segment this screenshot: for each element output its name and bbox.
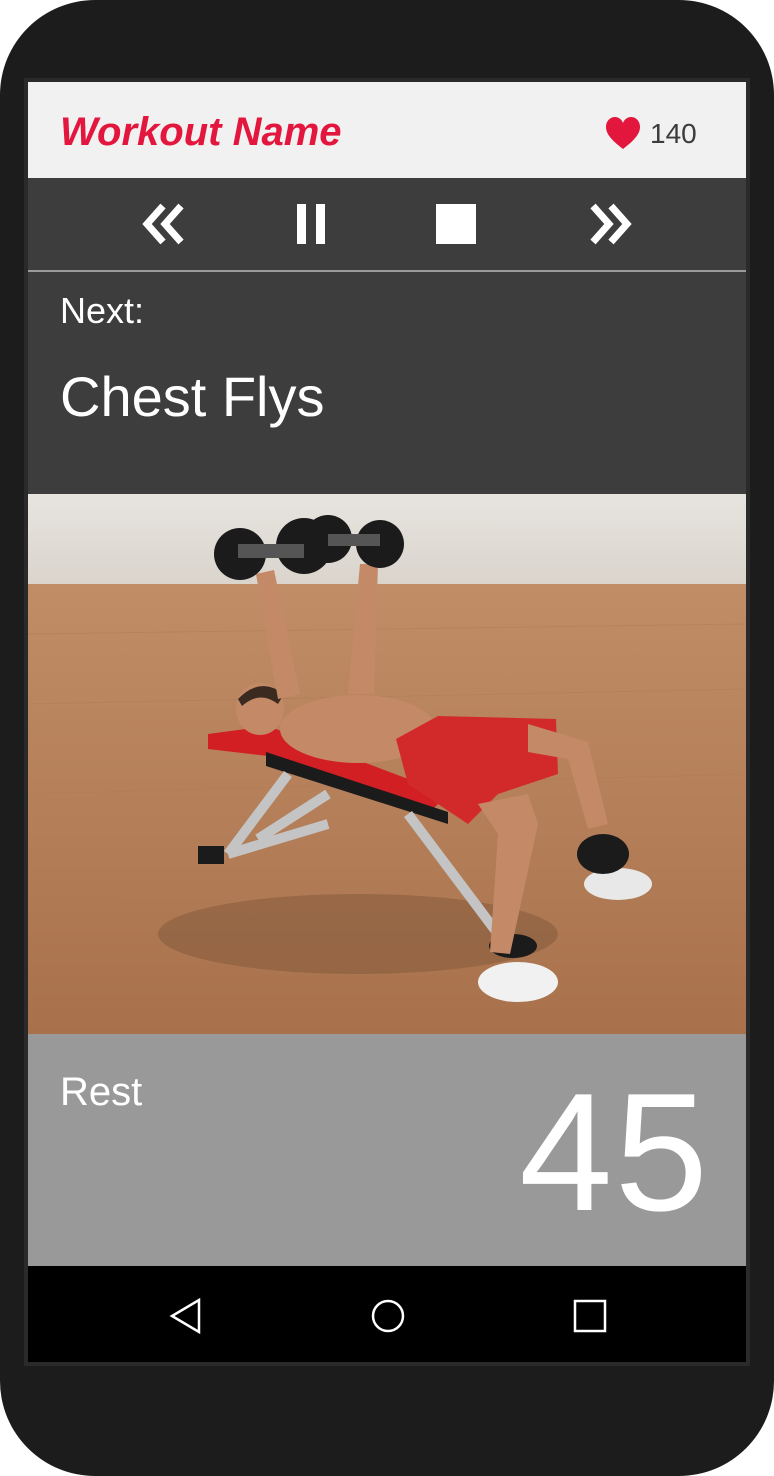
exercise-image <box>28 494 746 1034</box>
next-exercise-name: Chest Flys <box>60 365 325 428</box>
workout-title: Workout Name <box>60 110 342 154</box>
rest-panel: Rest 45 <box>28 1034 746 1266</box>
system-nav-bar <box>28 1266 746 1362</box>
stop-icon <box>436 204 476 244</box>
screen: Workout Name 140 Next: Chest Flys Rest 4… <box>24 78 750 1366</box>
home-icon <box>371 1299 405 1333</box>
app-header: Workout Name 140 <box>28 82 746 178</box>
heart-icon <box>606 117 640 149</box>
phone-frame: Workout Name 140 Next: Chest Flys Rest 4… <box>0 0 774 1476</box>
back-icon <box>169 1298 201 1334</box>
next-exercise-panel: Next: Chest Flys <box>28 272 746 494</box>
pause-icon <box>297 204 325 244</box>
rest-countdown: 45 <box>519 1058 710 1246</box>
fast-forward-button[interactable] <box>582 196 638 252</box>
heart-rate-value: 140 <box>650 118 697 149</box>
stop-button[interactable] <box>428 196 484 252</box>
fast-forward-icon <box>590 203 632 245</box>
next-label: Next: <box>60 290 145 331</box>
back-button[interactable] <box>166 1296 206 1336</box>
rewind-icon <box>142 203 184 245</box>
playback-controls <box>28 178 746 272</box>
home-button[interactable] <box>368 1296 408 1336</box>
rewind-button[interactable] <box>136 196 192 252</box>
recents-button[interactable] <box>570 1296 610 1336</box>
rest-label: Rest <box>60 1070 143 1114</box>
recents-icon <box>573 1299 607 1333</box>
pause-button[interactable] <box>283 196 339 252</box>
